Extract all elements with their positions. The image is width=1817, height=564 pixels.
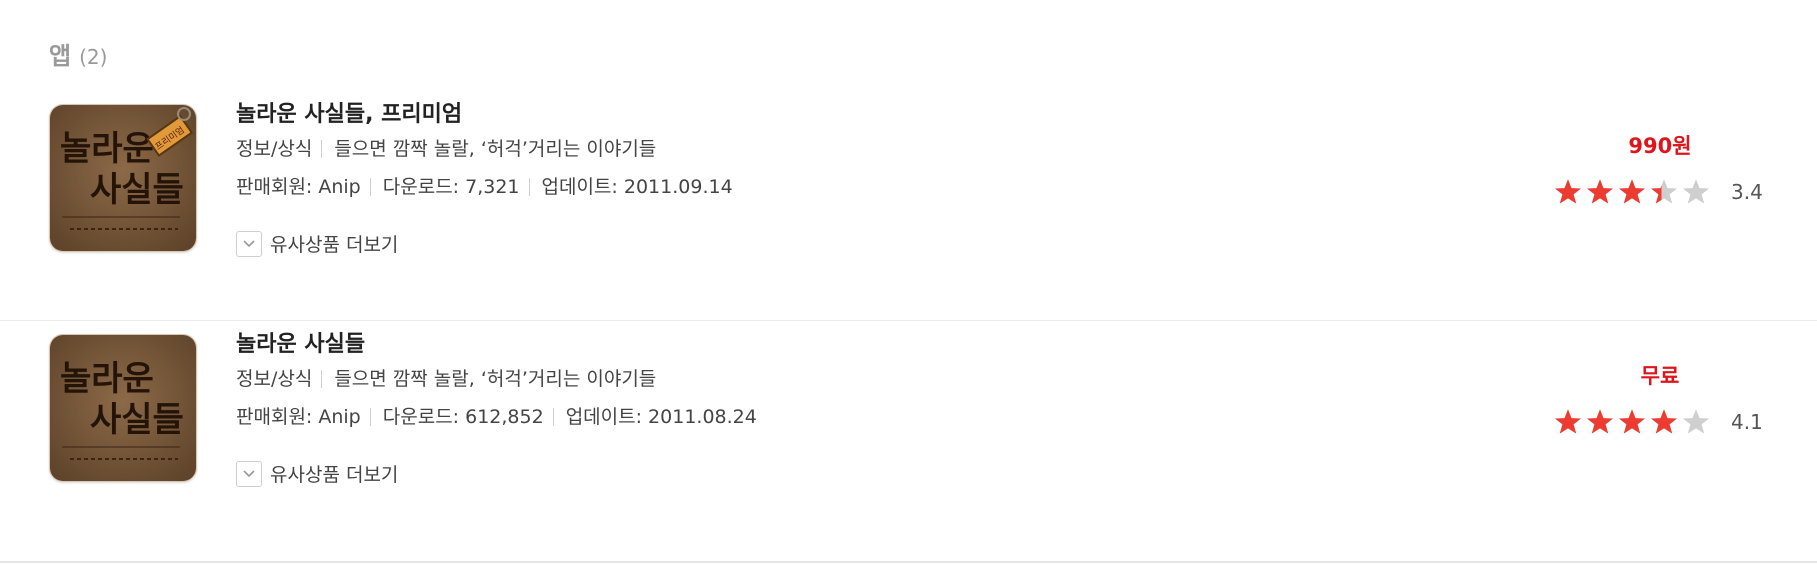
- icon-text-1: 놀라운: [60, 359, 154, 399]
- app-meta-row: 정보/상식 들으면 깜짝 놀랄, ‘허걱’거리는 이야기들: [236, 360, 1436, 398]
- icon-text-1: 놀라운: [60, 129, 154, 169]
- app-meta-row: 정보/상식 들으면 깜짝 놀랄, ‘허걱’거리는 이야기들: [236, 130, 1436, 168]
- star-icon: [1586, 409, 1614, 434]
- app-icon[interactable]: 놀라운 사실들 프리미엄: [49, 104, 197, 252]
- app-price: 990원: [1628, 134, 1692, 158]
- app-info: 놀라운 사실들, 프리미엄 정보/상식 들으면 깜짝 놀랄, ‘허걱’거리는 이…: [236, 100, 1436, 206]
- app-search-results: 앱 (2) 놀라운 사실들 프리미엄 놀라운 사실들, 프리미엄 정보/상식 들…: [0, 0, 1817, 564]
- app-stats-row: 판매회원: Anip 다운로드: 612,852 업데이트: 2011.08.2…: [236, 398, 1436, 436]
- chevron-down-icon: [236, 460, 262, 487]
- app-downloads: 다운로드: 7,321: [382, 176, 520, 198]
- chevron-down-icon: [236, 230, 262, 257]
- app-rating: 4.1: [1553, 408, 1763, 436]
- star-empty-icon: [1682, 409, 1710, 434]
- app-list-item: 놀라운 사실들 프리미엄 놀라운 사실들, 프리미엄 정보/상식 들으면 깜짝 …: [0, 90, 1817, 321]
- icon-text-2: 사실들: [90, 400, 184, 440]
- app-rating: 3.4: [1553, 178, 1763, 206]
- app-category[interactable]: 정보/상식: [236, 360, 312, 398]
- app-stats-row: 판매회원: Anip 다운로드: 7,321 업데이트: 2011.09.14: [236, 168, 1436, 206]
- app-title[interactable]: 놀라운 사실들: [236, 330, 1436, 360]
- divider: [552, 408, 554, 426]
- app-description: 들으면 깜짝 놀랄, ‘허걱’거리는 이야기들: [334, 138, 657, 160]
- star-half-icon: [1650, 179, 1678, 204]
- section-title: 앱: [49, 42, 72, 70]
- app-price: 무료: [1640, 364, 1680, 388]
- app-seller: 판매회원: Anip: [236, 406, 361, 428]
- app-updated: 업데이트: 2011.08.24: [565, 406, 757, 428]
- similar-products-label: 유사상품 더보기: [270, 464, 399, 486]
- divider: [528, 178, 530, 196]
- rating-value: 4.1: [1731, 410, 1763, 434]
- rating-value: 3.4: [1731, 180, 1763, 204]
- star-icon: [1618, 179, 1646, 204]
- icon-text-2: 사실들: [90, 170, 184, 210]
- app-category[interactable]: 정보/상식: [236, 130, 312, 168]
- app-description: 들으면 깜짝 놀랄, ‘허걱’거리는 이야기들: [334, 368, 657, 390]
- app-icon[interactable]: 놀라운 사실들: [49, 334, 197, 482]
- app-list-item: 놀라운 사실들 놀라운 사실들 정보/상식 들으면 깜짝 놀랄, ‘허걱’거리는…: [0, 320, 1817, 550]
- similar-products-button[interactable]: 유사상품 더보기: [236, 460, 398, 487]
- section-header: 앱 (2): [49, 36, 107, 71]
- divider: [321, 370, 323, 388]
- similar-products-button[interactable]: 유사상품 더보기: [236, 230, 398, 257]
- divider: [369, 178, 371, 196]
- app-info: 놀라운 사실들 정보/상식 들으면 깜짝 놀랄, ‘허걱’거리는 이야기들 판매…: [236, 330, 1436, 436]
- star-icon: [1586, 179, 1614, 204]
- divider: [321, 140, 323, 158]
- star-icon: [1554, 409, 1582, 434]
- app-seller: 판매회원: Anip: [236, 176, 361, 198]
- divider: [369, 408, 371, 426]
- app-updated: 업데이트: 2011.09.14: [541, 176, 733, 198]
- star-empty-icon: [1682, 179, 1710, 204]
- star-icon: [1618, 409, 1646, 434]
- star-icon: [1650, 409, 1678, 434]
- rating-stars: [1553, 408, 1713, 436]
- rating-stars: [1553, 178, 1713, 206]
- star-icon: [1554, 179, 1582, 204]
- similar-products-label: 유사상품 더보기: [270, 234, 399, 256]
- app-downloads: 다운로드: 612,852: [382, 406, 544, 428]
- bottom-divider: [0, 561, 1817, 563]
- app-icon-image: 놀라운 사실들 프리미엄: [50, 105, 196, 251]
- app-icon-image: 놀라운 사실들: [50, 335, 196, 481]
- app-title[interactable]: 놀라운 사실들, 프리미엄: [236, 100, 1436, 130]
- section-count: (2): [79, 45, 108, 69]
